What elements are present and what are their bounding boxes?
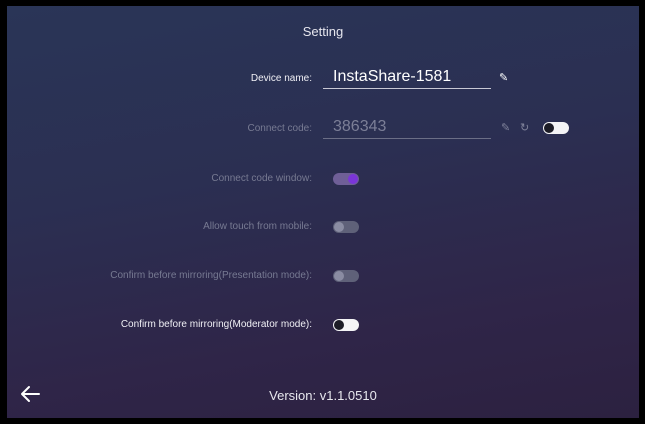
device-name-label: Device name: [250, 73, 312, 84]
toggle-knob [334, 271, 344, 281]
confirm-presentation-toggle[interactable] [333, 270, 359, 282]
confirm-moderator-toggle[interactable] [333, 319, 359, 331]
connect-code-label: Connect code: [247, 123, 313, 134]
device-name-value: InstaShare-1581 [333, 68, 452, 85]
setting-row-connect-code-window: Connect code window: [7, 168, 639, 192]
page-title: Setting [302, 24, 344, 39]
version-label: Version: v1.1.0510 [269, 388, 377, 403]
connect-code-value: 386343 [333, 118, 387, 135]
settings-screen: Setting Device name: InstaShare-1581 ✎ C… [7, 6, 639, 418]
setting-label: Allow touch from mobile: [203, 221, 312, 232]
setting-label: Confirm before mirroring(Presentation mo… [110, 270, 312, 281]
device-name-row: Device name: InstaShare-1581 ✎ [7, 68, 639, 92]
toggle-knob [348, 174, 358, 184]
setting-label: Confirm before mirroring(Moderator mode)… [120, 319, 312, 330]
allow-touch-toggle[interactable] [333, 221, 359, 233]
toggle-knob [334, 222, 344, 232]
connect-code-row: Connect code: 386343 ✎ ↻ [7, 118, 639, 142]
refresh-icon[interactable]: ↻ [520, 122, 529, 134]
connect-code-field[interactable]: 386343 [323, 116, 491, 139]
device-name-field[interactable]: InstaShare-1581 [323, 66, 491, 89]
setting-row-allow-touch: Allow touch from mobile: [7, 216, 639, 240]
connect-code-toggle[interactable] [543, 122, 569, 134]
toggle-knob [334, 320, 344, 330]
setting-label: Connect code window: [211, 173, 312, 184]
pencil-icon[interactable]: ✎ [499, 72, 508, 84]
setting-row-confirm-presentation: Confirm before mirroring(Presentation mo… [7, 265, 639, 289]
connect-code-window-toggle[interactable] [333, 173, 359, 185]
pencil-icon[interactable]: ✎ [501, 122, 510, 134]
setting-row-confirm-moderator: Confirm before mirroring(Moderator mode)… [7, 314, 639, 338]
toggle-knob [544, 123, 554, 133]
